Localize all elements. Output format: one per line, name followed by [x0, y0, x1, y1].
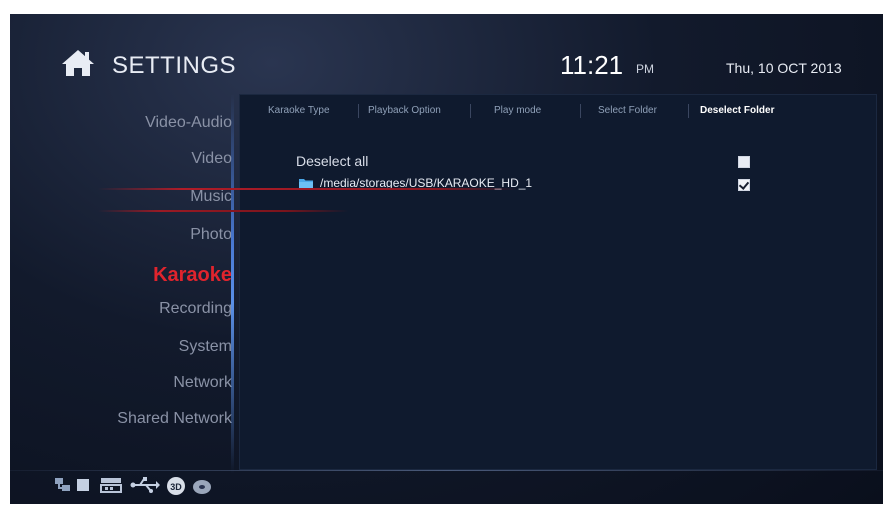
deselect-all-checkbox[interactable] [738, 156, 750, 168]
svg-text:3D: 3D [170, 482, 182, 492]
tab-separator [358, 104, 359, 118]
tab-karaoke-type[interactable]: Karaoke Type [268, 105, 330, 116]
date-display: Thu, 10 OCT 2013 [726, 60, 842, 76]
tab-separator [580, 104, 581, 118]
folder-checkbox[interactable] [738, 179, 750, 191]
sidebar-item-karaoke[interactable]: Karaoke [10, 264, 232, 287]
tab-playback-option[interactable]: Playback Option [368, 105, 441, 116]
status-bar-divider [10, 470, 883, 471]
usb-icon [130, 477, 160, 493]
sidebar-item-photo[interactable]: Photo [10, 226, 232, 244]
sidebar-item-system[interactable]: System [10, 338, 232, 356]
sidebar-item-shared-network[interactable]: Shared Network [10, 410, 232, 428]
tab-select-folder[interactable]: Select Folder [598, 105, 657, 116]
settings-panel: Karaoke Type Playback Option Play mode S… [239, 94, 877, 470]
folder-row[interactable]: /media/storages/USB/KARAOKE_HD_1 [240, 173, 876, 195]
clock-time: 11:21 [560, 50, 624, 80]
tab-separator [470, 104, 471, 118]
tv-screen: SETTINGS 11:21 PM Thu, 10 OCT 2013 Video… [10, 14, 883, 504]
sd-card-icon [100, 478, 122, 493]
selection-highlight-lower [98, 210, 348, 212]
tab-play-mode[interactable]: Play mode [494, 105, 541, 116]
sidebar-item-video-audio[interactable]: Video-Audio [10, 114, 232, 132]
sidebar-divider [231, 94, 234, 474]
disc-icon [193, 480, 211, 494]
page-title: SETTINGS [112, 52, 237, 79]
sidebar-item-music[interactable]: Music [10, 188, 232, 206]
sidebar-item-video[interactable]: Video [10, 150, 232, 168]
deselect-all-row[interactable]: Deselect all [240, 151, 876, 173]
sidebar-item-recording[interactable]: Recording [10, 300, 232, 318]
sidebar-item-network[interactable]: Network [10, 374, 232, 392]
settings-sidebar: Video-Audio Video Music Photo Karaoke Re… [10, 94, 232, 466]
storage-icon [77, 479, 89, 491]
home-icon[interactable] [60, 48, 96, 78]
selection-highlight [98, 188, 518, 190]
clock-ampm: PM [636, 62, 654, 76]
network-icon [55, 478, 70, 491]
3d-icon: 3D [167, 477, 185, 495]
tab-separator [688, 104, 689, 118]
deselect-all-label: Deselect all [296, 153, 369, 169]
tab-bar: Karaoke Type Playback Option Play mode S… [240, 101, 876, 125]
tab-deselect-folder[interactable]: Deselect Folder [700, 105, 774, 116]
